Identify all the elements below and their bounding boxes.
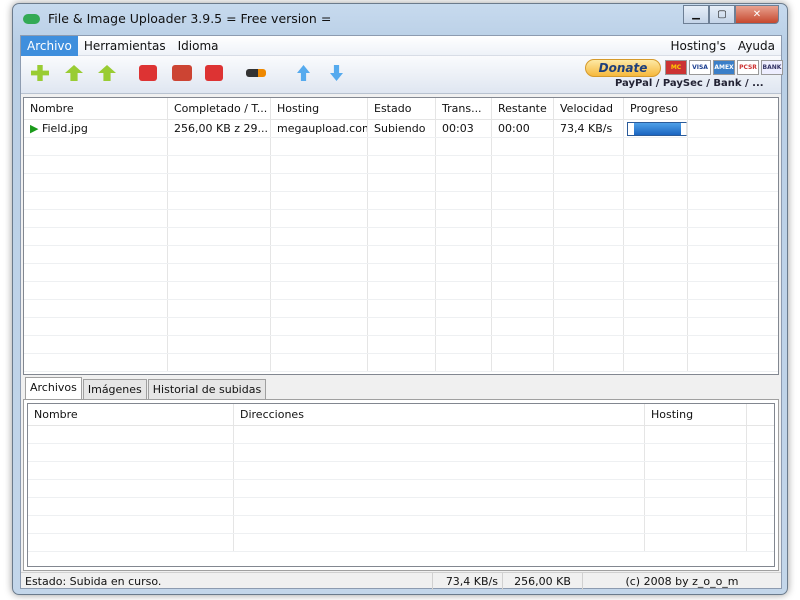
empty-row: [24, 282, 778, 300]
empty-row: [24, 300, 778, 318]
amex-icon: AMEX: [713, 60, 735, 75]
col-hosting[interactable]: Hosting: [645, 404, 747, 425]
visa-icon: VISA: [689, 60, 711, 75]
mastercard-icon: MC: [665, 60, 687, 75]
stop-one-icon[interactable]: [139, 65, 157, 81]
tab-historial[interactable]: Historial de subidas: [147, 379, 267, 399]
progress-bar: [627, 122, 687, 136]
empty-row: [24, 138, 778, 156]
col-restante[interactable]: Restante: [492, 98, 554, 119]
status-speed: 73,4 KB/s: [433, 573, 503, 590]
hosting: megaupload.com: [271, 120, 368, 137]
empty-row: [28, 498, 774, 516]
donate-button[interactable]: Donate: [585, 59, 661, 77]
col-direcciones[interactable]: Direcciones: [234, 404, 645, 425]
play-icon: ▶: [30, 122, 39, 135]
col-progreso[interactable]: Progreso: [624, 98, 688, 119]
upload-list: Nombre Completado / T... Hosting Estado …: [23, 97, 779, 375]
skip-icon[interactable]: [172, 65, 192, 81]
tab-archivos[interactable]: Archivos: [25, 377, 82, 399]
add-icon[interactable]: [31, 65, 49, 81]
col-velocidad[interactable]: Velocidad: [554, 98, 624, 119]
toolbar: Donate MC VISA AMEX PCSR BANK PayPal / P…: [21, 56, 783, 94]
empty-row: [24, 192, 778, 210]
app-logo-icon: [23, 13, 40, 24]
copyright: (c) 2008 by z_o_o_m: [625, 575, 739, 588]
tab-bar: Archivos Imágenes Historial de subidas: [25, 377, 267, 399]
empty-row: [28, 480, 774, 498]
speed: 73,4 KB/s: [554, 120, 624, 137]
empty-row: [28, 444, 774, 462]
title-bar: File & Image Uploader 3.9.5 = Free versi…: [23, 11, 331, 26]
upload-all-icon[interactable]: [98, 65, 116, 81]
minimize-button[interactable]: ▁: [683, 5, 709, 24]
empty-row: [24, 228, 778, 246]
empty-row: [24, 156, 778, 174]
menu-archivo[interactable]: Archivo: [21, 35, 78, 56]
file-name: Field.jpg: [41, 122, 88, 135]
payment-methods-text: PayPal / PaySec / Bank / ...: [615, 78, 764, 89]
empty-row: [24, 264, 778, 282]
maximize-button[interactable]: ▢: [709, 5, 735, 24]
col-nombre[interactable]: Nombre: [24, 98, 168, 119]
empty-row: [24, 354, 778, 372]
status-text: Estado: Subida en curso.: [21, 573, 433, 590]
move-down-icon[interactable]: [330, 65, 343, 81]
empty-row: [24, 318, 778, 336]
upload-list-header: Nombre Completado / T... Hosting Estado …: [24, 98, 778, 120]
window-title: File & Image Uploader 3.9.5 = Free versi…: [48, 11, 332, 26]
tab-imagenes[interactable]: Imágenes: [82, 379, 147, 399]
remaining: 00:00: [492, 120, 554, 137]
menu-ayuda[interactable]: Ayuda: [732, 36, 781, 56]
app-window: File & Image Uploader 3.9.5 = Free versi…: [12, 3, 788, 595]
empty-row: [24, 174, 778, 192]
empty-row: [24, 210, 778, 228]
paysec-icon: PCSR: [737, 60, 759, 75]
empty-row: [28, 534, 774, 552]
empty-row: [28, 426, 774, 444]
move-up-icon[interactable]: [297, 65, 310, 81]
bank-icon: BANK: [761, 60, 783, 75]
menu-hostings[interactable]: Hosting's: [664, 36, 731, 56]
status-bar: Estado: Subida en curso. 73,4 KB/s 256,0…: [21, 572, 781, 590]
col-nombre[interactable]: Nombre: [28, 404, 234, 425]
status-size: 256,00 KB: [503, 573, 583, 590]
elapsed: 00:03: [436, 120, 492, 137]
empty-row: [28, 516, 774, 534]
files-list: Nombre Direcciones Hosting: [27, 403, 775, 567]
empty-row: [24, 336, 778, 354]
status: Subiendo: [368, 120, 436, 137]
col-hosting[interactable]: Hosting: [271, 98, 368, 119]
menu-bar: Archivo Herramientas Idioma Hosting's Ay…: [21, 35, 781, 56]
col-trans[interactable]: Trans...: [436, 98, 492, 119]
menu-idioma[interactable]: Idioma: [172, 36, 225, 56]
stop-icon[interactable]: [205, 65, 223, 81]
tab-panel: Nombre Direcciones Hosting: [23, 399, 779, 571]
empty-row: [24, 246, 778, 264]
close-button[interactable]: ✕: [735, 5, 779, 24]
key-icon[interactable]: [246, 69, 266, 77]
empty-row: [28, 462, 774, 480]
table-row[interactable]: ▶ Field.jpg 256,00 KB z 29... megaupload…: [24, 120, 778, 138]
col-estado[interactable]: Estado: [368, 98, 436, 119]
menu-herramientas[interactable]: Herramientas: [78, 36, 172, 56]
upload-icon[interactable]: [65, 65, 83, 81]
col-completado[interactable]: Completado / T...: [168, 98, 271, 119]
completed: 256,00 KB z 29...: [168, 120, 271, 137]
